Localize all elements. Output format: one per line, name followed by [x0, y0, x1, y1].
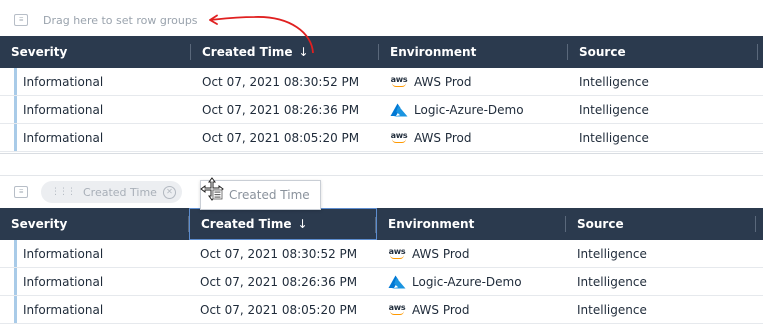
table-row[interactable]: Informational Oct 07, 2021 08:05:20 PM a…: [0, 124, 763, 152]
cell-source: Intelligence: [577, 246, 647, 261]
header-label: Created Time: [202, 45, 293, 59]
cell-created-time: Oct 07, 2021 08:30:52 PM: [200, 246, 358, 261]
cell-severity: Informational: [23, 74, 104, 89]
header-source[interactable]: Source: [568, 36, 758, 68]
cell-severity: Informational: [23, 302, 104, 317]
grid-panel-after: ☰ ⋮⋮⋮ Created Time ✕ Severity Created Ti…: [0, 175, 763, 333]
cell-environment: aws AWS Prod: [379, 124, 568, 151]
header-source[interactable]: Source: [566, 208, 756, 240]
aws-icon: aws: [390, 132, 408, 143]
cell-created-time: Oct 07, 2021 08:05:20 PM: [202, 130, 360, 145]
drag-ghost-label: Created Time: [229, 188, 310, 202]
row-group-chip-label: Created Time: [83, 185, 157, 199]
cell-created-time: Oct 07, 2021 08:05:20 PM: [200, 302, 358, 317]
header-label: Environment: [390, 45, 477, 59]
cell-source: Intelligence: [577, 302, 647, 317]
move-cursor-icon: [200, 177, 224, 201]
row-group-icon: ☰: [14, 186, 28, 198]
header-created-time[interactable]: Created Time ↓: [189, 208, 377, 240]
aws-icon: aws: [390, 76, 408, 87]
cell-severity: Informational: [23, 130, 104, 145]
table-row[interactable]: Informational Oct 07, 2021 08:05:20 PM a…: [0, 296, 763, 324]
row-group-chip[interactable]: ⋮⋮⋮ Created Time ✕: [41, 181, 182, 203]
table-row[interactable]: Informational Oct 07, 2021 08:30:52 PM a…: [0, 240, 763, 268]
environment-label: AWS Prod: [414, 130, 472, 145]
row-group-placeholder: Drag here to set row groups: [43, 13, 198, 27]
header-label: Severity: [11, 45, 68, 59]
cell-source: Intelligence: [577, 274, 647, 289]
remove-group-icon[interactable]: ✕: [162, 185, 176, 199]
cell-created-time: Oct 07, 2021 08:26:36 PM: [200, 274, 358, 289]
cell-source: Intelligence: [579, 74, 649, 89]
header-severity[interactable]: Severity: [0, 208, 189, 240]
cell-created-time: Oct 07, 2021 08:26:36 PM: [202, 102, 360, 117]
environment-label: AWS Prod: [412, 302, 470, 317]
aws-icon: aws: [388, 248, 406, 259]
row-group-icon: ☰: [14, 14, 28, 26]
header-row: Severity Created Time ↓ Environment Sour…: [0, 36, 763, 68]
table-row[interactable]: Informational Oct 07, 2021 08:30:52 PM a…: [0, 68, 763, 96]
sort-descending-icon[interactable]: ↓: [299, 45, 309, 59]
environment-label: Logic-Azure-Demo: [414, 102, 524, 117]
environment-label: Logic-Azure-Demo: [412, 274, 522, 289]
aws-icon: aws: [388, 304, 406, 315]
header-severity[interactable]: Severity: [0, 36, 191, 68]
grid-panel-before: ☰ Drag here to set row groups Severity C…: [0, 4, 763, 154]
header-label: Severity: [11, 217, 68, 231]
cell-severity: Informational: [23, 274, 104, 289]
header-label: Source: [579, 45, 626, 59]
header-row: Severity Created Time ↓ Environment Sour…: [0, 208, 763, 240]
table-row[interactable]: Informational Oct 07, 2021 08:26:36 PM L…: [0, 268, 763, 296]
cell-environment: aws AWS Prod: [377, 296, 566, 323]
cell-severity: Informational: [23, 102, 104, 117]
cell-environment: Logic-Azure-Demo: [379, 96, 568, 123]
cell-source: Intelligence: [579, 130, 649, 145]
cell-environment: aws AWS Prod: [377, 240, 566, 267]
header-label: Created Time: [201, 217, 292, 231]
environment-label: AWS Prod: [414, 74, 472, 89]
table-row[interactable]: Informational Oct 07, 2021 08:26:36 PM L…: [0, 96, 763, 124]
row-group-drop-zone[interactable]: ☰ Drag here to set row groups: [0, 4, 763, 36]
cell-created-time: Oct 07, 2021 08:30:52 PM: [202, 74, 360, 89]
cell-environment: Logic-Azure-Demo: [377, 268, 566, 295]
azure-icon: [390, 103, 408, 116]
azure-icon: [388, 275, 406, 288]
cell-source: Intelligence: [579, 102, 649, 117]
header-label: Source: [577, 217, 624, 231]
drag-handle-icon[interactable]: ⋮⋮⋮: [51, 187, 76, 197]
header-label: Environment: [388, 217, 475, 231]
cell-environment: aws AWS Prod: [379, 68, 568, 95]
environment-label: AWS Prod: [412, 246, 470, 261]
header-created-time[interactable]: Created Time ↓: [191, 36, 379, 68]
sort-descending-icon[interactable]: ↓: [298, 217, 308, 231]
row-group-drop-zone[interactable]: ☰ ⋮⋮⋮ Created Time ✕: [0, 176, 763, 208]
header-environment[interactable]: Environment: [379, 36, 568, 68]
header-environment[interactable]: Environment: [377, 208, 566, 240]
cell-severity: Informational: [23, 246, 104, 261]
